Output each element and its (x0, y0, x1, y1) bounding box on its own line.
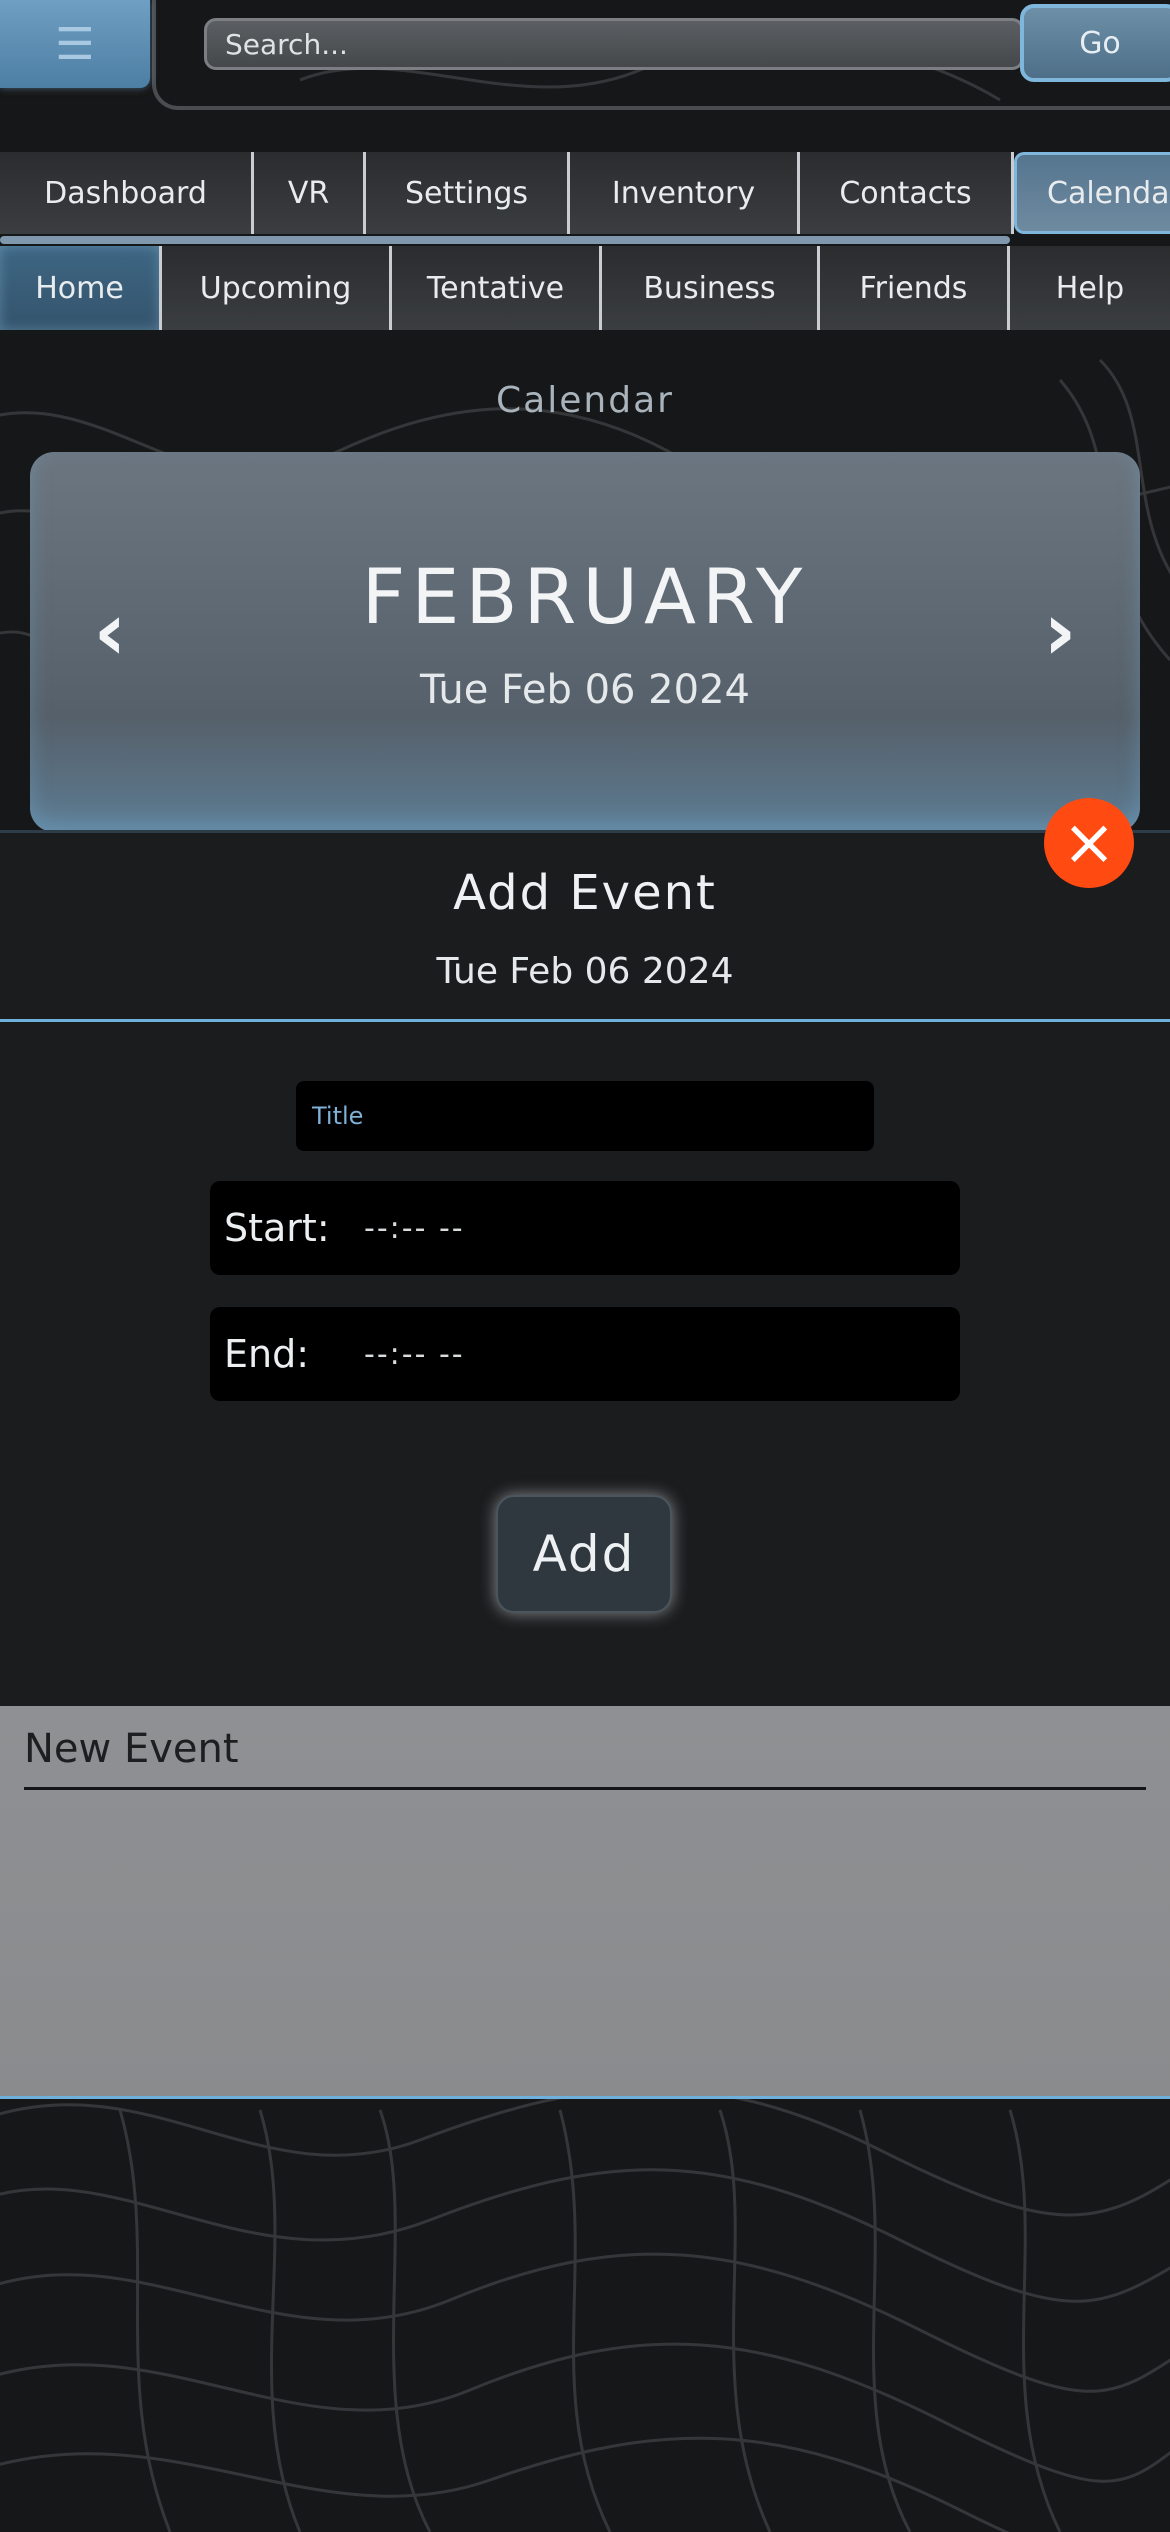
end-time-field[interactable]: End: --:-- -- (210, 1307, 960, 1401)
tab-calendar[interactable]: Calendar (1014, 152, 1170, 234)
subtab-home[interactable]: Home (0, 246, 162, 330)
search-input[interactable] (204, 18, 1024, 70)
modal-title: Add Event (453, 865, 717, 921)
chevron-right-icon[interactable]: › (1030, 592, 1090, 672)
subtab-help[interactable]: Help (1010, 246, 1170, 330)
subtab-business[interactable]: Business (602, 246, 820, 330)
nav-scrollbar[interactable] (0, 236, 1010, 244)
new-event-heading: New Event (24, 1726, 1146, 1790)
menu-button[interactable]: ☰ (0, 0, 150, 88)
start-time-value[interactable]: --:-- -- (364, 1211, 465, 1246)
add-event-modal: Add Event Tue Feb 06 2024 Start: --:-- -… (0, 830, 1170, 1713)
main-nav: Dashboard VR Settings Inventory Contacts… (0, 152, 1170, 234)
tab-inventory[interactable]: Inventory (570, 152, 800, 234)
subtab-upcoming[interactable]: Upcoming (162, 246, 392, 330)
section-title: Calendar (496, 380, 674, 421)
hamburger-icon: ☰ (55, 18, 95, 70)
tab-contacts[interactable]: Contacts (800, 152, 1014, 234)
selected-date: Tue Feb 06 2024 (420, 667, 750, 713)
new-event-panel: New Event (0, 1706, 1170, 2099)
end-time-value[interactable]: --:-- -- (364, 1337, 465, 1372)
start-time-field[interactable]: Start: --:-- -- (210, 1181, 960, 1275)
sub-nav: Home Upcoming Tentative Business Friends… (0, 246, 1170, 330)
month-name: FEBRUARY (361, 552, 809, 641)
tab-settings[interactable]: Settings (366, 152, 570, 234)
modal-date: Tue Feb 06 2024 (436, 951, 734, 992)
modal-header: Add Event Tue Feb 06 2024 (0, 833, 1170, 1022)
subtab-tentative[interactable]: Tentative (392, 246, 602, 330)
event-title-input[interactable] (296, 1081, 874, 1151)
go-button[interactable]: Go (1020, 4, 1170, 82)
close-button[interactable]: × (1044, 798, 1134, 888)
end-label: End: (224, 1332, 310, 1376)
tab-dashboard[interactable]: Dashboard (0, 152, 254, 234)
month-card: ‹ FEBRUARY Tue Feb 06 2024 › (30, 452, 1140, 832)
add-button[interactable]: Add (496, 1495, 672, 1613)
tab-vr[interactable]: VR (254, 152, 366, 234)
start-label: Start: (224, 1206, 330, 1250)
subtab-friends[interactable]: Friends (820, 246, 1010, 330)
close-icon: × (1062, 806, 1116, 880)
